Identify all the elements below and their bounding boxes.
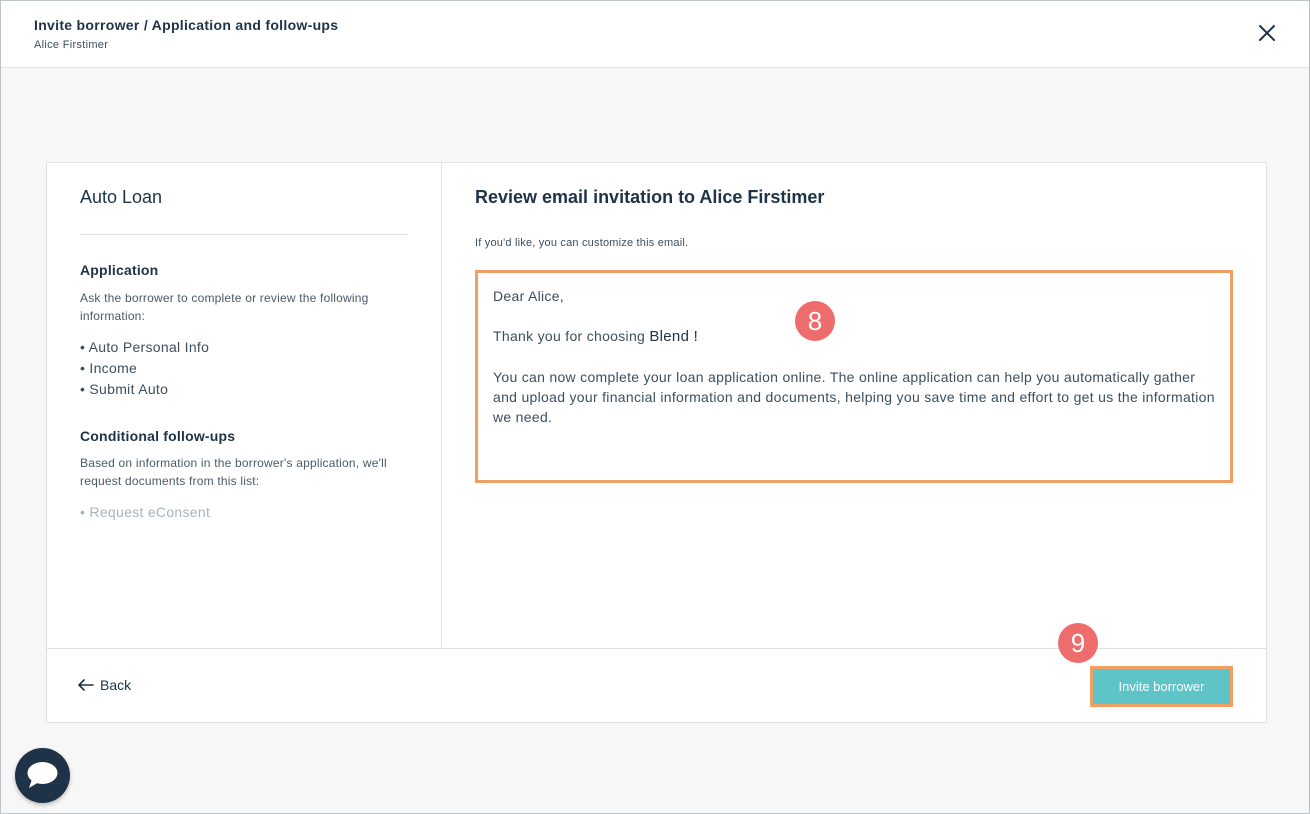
loan-summary-panel: Auto Loan Application Ask the borrower t… [47,163,442,648]
loan-title: Auto Loan [80,187,163,207]
email-editor[interactable]: Dear Alice, Thank you for choosing Blend… [475,270,1233,483]
close-icon [1259,25,1275,41]
followups-heading: Conditional follow-ups [80,428,236,444]
chat-button[interactable] [15,748,70,803]
application-description: Ask the borrower to complete or review t… [80,291,369,323]
borrower-name: Alice Firstimer [34,39,109,51]
step-badge-9: 9 [1058,623,1098,663]
email-thanks: Thank you for choosing Blend ! [493,326,1215,347]
followups-items: Request eConsent [80,502,210,523]
arrow-left-icon [78,679,94,691]
step-badge-8: 8 [795,301,835,341]
email-greeting: Dear Alice, [493,288,564,304]
list-item: Auto Personal Info [80,337,209,358]
close-button[interactable] [1255,21,1279,45]
followups-description: Based on information in the borrower's a… [80,456,387,488]
list-item: Request eConsent [80,502,210,523]
back-button[interactable]: Back [78,675,131,695]
application-heading: Application [80,262,159,278]
email-body: You can now complete your loan applicati… [493,369,1215,425]
review-title: Review email invitation to Alice Firstim… [475,187,825,207]
chat-icon [27,762,58,788]
list-item: Income [80,358,209,379]
back-label: Back [100,677,132,693]
list-item: Submit Auto [80,379,209,400]
email-brand: Blend ! [649,328,699,345]
application-items: Auto Personal Info Income Submit Auto [80,337,209,400]
divider [80,234,408,235]
review-hint: If you'd like, you can customize this em… [475,237,689,249]
email-review-panel: Review email invitation to Alice Firstim… [442,163,1266,648]
top-bar: Invite borrower / Application and follow… [1,1,1309,68]
email-thanks-text: Thank you for choosing [493,328,646,344]
page-title: Invite borrower / Application and follow… [34,17,339,33]
invite-borrower-button[interactable]: Invite borrower [1090,666,1233,707]
